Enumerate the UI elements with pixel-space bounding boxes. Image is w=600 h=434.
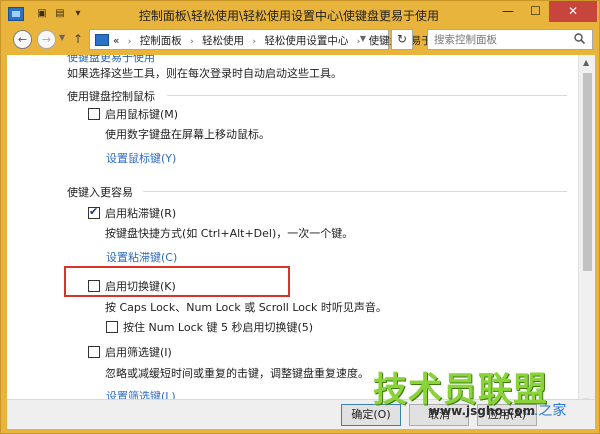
page-title: 使键盘更易于使用 xyxy=(67,55,155,64)
refresh-button[interactable]: ↻ xyxy=(391,29,413,50)
breadcrumb-separator-icon[interactable]: › xyxy=(128,37,132,47)
back-button[interactable]: ← xyxy=(13,30,32,49)
numlock-toggle-label[interactable]: 按住 Num Lock 键 5 秒启用切换键(5) xyxy=(123,319,313,335)
watermark-url: www.jsgho.com xyxy=(429,404,536,418)
minimize-button[interactable]: — xyxy=(494,1,522,22)
filter-keys-checkbox[interactable] xyxy=(88,346,100,358)
intro-text: 如果选择这些工具，则在每次登录时自动启动这些工具。 xyxy=(67,67,342,80)
window-title: 控制面板\轻松使用\轻松使用设置中心\使键盘更易于使用 xyxy=(138,9,440,23)
toggle-keys-description: 按 Caps Lock、Num Lock 或 Scroll Lock 时听见声音… xyxy=(105,301,387,314)
breadcrumb-ease-of-access-center[interactable]: 轻松使用设置中心 xyxy=(264,35,348,47)
site-watermark: 技术员联盟 www.jsgho.com ...之家 xyxy=(367,362,600,434)
section-divider xyxy=(167,95,567,96)
breadcrumb-ease-of-access[interactable]: 轻松使用 xyxy=(202,35,244,47)
scrollbar-thumb[interactable] xyxy=(583,73,592,271)
filter-keys-label[interactable]: 启用筛选键(I) xyxy=(105,344,172,360)
address-bar[interactable]: « › 控制面板 › 轻松使用 › 轻松使用设置中心 › 使键盘更易于使用 ▼ xyxy=(89,29,453,50)
mouse-keys-label[interactable]: 启用鼠标键(M) xyxy=(105,106,178,122)
search-icon[interactable] xyxy=(574,33,585,44)
up-arrow-icon[interactable]: ↑ xyxy=(73,32,83,46)
recent-locations-icon[interactable]: ▼ xyxy=(59,33,65,42)
control-panel-icon xyxy=(95,34,109,46)
control-panel-icon[interactable] xyxy=(8,7,24,21)
typing-section-heading: 使键入更容易 xyxy=(67,186,133,199)
watermark-tag: ...之家 xyxy=(525,403,567,419)
breadcrumb-overflow[interactable]: « xyxy=(113,35,119,47)
setup-sticky-keys-link[interactable]: 设置粘滞键(C) xyxy=(106,249,177,265)
sticky-keys-checkbox[interactable] xyxy=(88,205,100,219)
sticky-keys-description: 按键盘快捷方式(如 Ctrl+Alt+Del)，一次一个键。 xyxy=(105,227,354,240)
breadcrumb-separator-icon[interactable]: › xyxy=(190,37,194,47)
mouse-keys-description: 使用数字键盘在屏幕上移动鼠标。 xyxy=(105,128,270,141)
title-bar[interactable]: ▣ ▤ ▾ 控制面板\轻松使用\轻松使用设置中心\使键盘更易于使用 — ☐ ✕ xyxy=(1,1,600,29)
maximize-button[interactable]: ☐ xyxy=(522,1,549,22)
numlock-toggle-checkbox[interactable] xyxy=(106,321,118,333)
scroll-up-icon[interactable]: ▲ xyxy=(583,58,589,67)
properties-icon[interactable]: ▣ xyxy=(35,7,49,21)
search-input[interactable] xyxy=(427,29,593,50)
toggle-keys-checkbox[interactable] xyxy=(88,280,100,292)
vertical-scrollbar[interactable]: ▲ ▼ xyxy=(578,55,595,411)
close-button[interactable]: ✕ xyxy=(549,1,597,22)
mouse-section-heading: 使用键盘控制鼠标 xyxy=(67,90,155,103)
mouse-keys-checkbox[interactable] xyxy=(88,108,100,120)
navigation-bar: ← → ▼ ↑ « › 控制面板 › 轻松使用 › 轻松使用设置中心 › 使键盘… xyxy=(7,29,595,51)
sticky-keys-label[interactable]: 启用粘滞键(R) xyxy=(105,205,176,221)
toggle-keys-label[interactable]: 启用切换键(K) xyxy=(105,278,176,294)
breadcrumb-control-panel[interactable]: 控制面板 xyxy=(140,35,182,47)
forward-button[interactable]: → xyxy=(37,30,56,49)
settings-content: 使键盘更易于使用 如果选择这些工具，则在每次登录时自动启动这些工具。 使用键盘控… xyxy=(7,55,595,411)
setup-mouse-keys-link[interactable]: 设置鼠标键(Y) xyxy=(106,150,176,166)
customize-toolbar-icon[interactable]: ▾ xyxy=(71,7,85,21)
address-dropdown-icon[interactable]: ▼ xyxy=(360,34,366,43)
breadcrumb-separator-icon[interactable]: › xyxy=(252,37,256,47)
new-folder-icon[interactable]: ▤ xyxy=(53,7,67,21)
filter-keys-description: 忽略或减缓短时间或重复的击键，调整键盘重复速度。 xyxy=(105,367,369,380)
section-divider xyxy=(143,191,567,192)
